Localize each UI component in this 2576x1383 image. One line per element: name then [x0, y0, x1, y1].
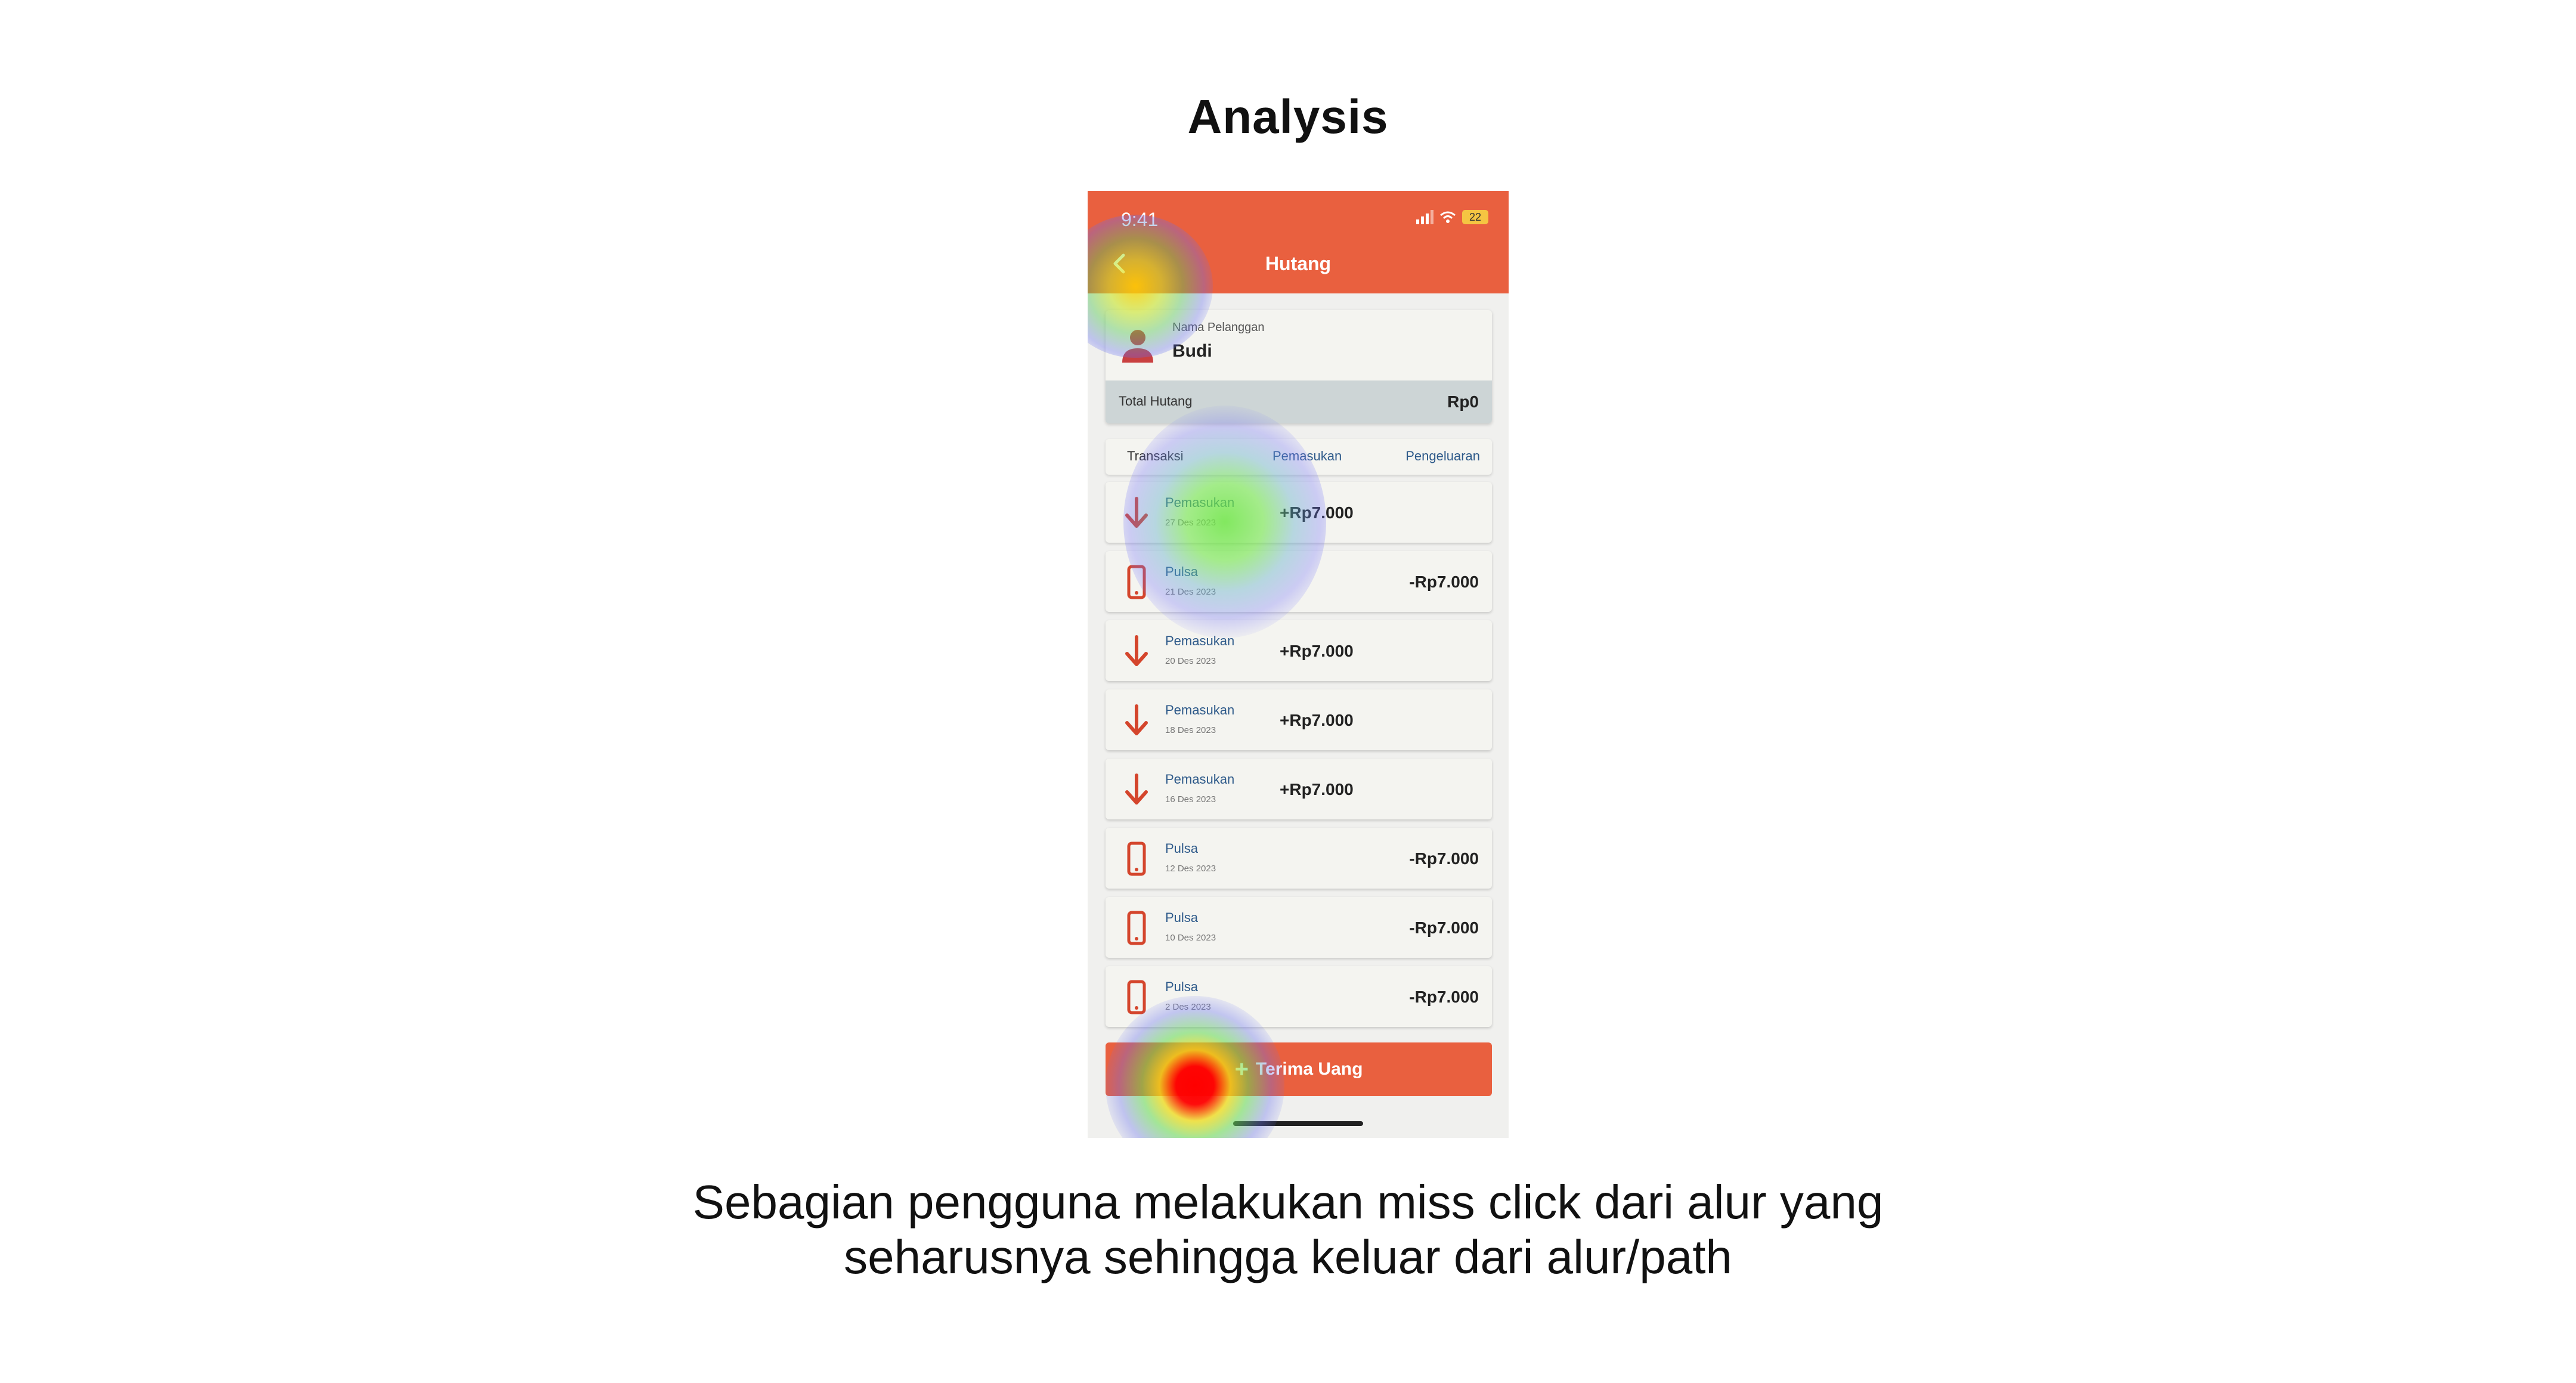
transaction-row[interactable]: Pulsa 21 Des 2023 -Rp7.000 — [1106, 551, 1492, 612]
transaction-row[interactable]: Pulsa 12 Des 2023 -Rp7.000 — [1106, 828, 1492, 889]
transaction-date: 18 Des 2023 — [1165, 725, 1216, 735]
arrow-down-icon — [1120, 633, 1153, 669]
transaction-row[interactable]: Pemasukan 16 Des 2023 +Rp7.000 — [1106, 759, 1492, 819]
transaction-amount: +Rp7.000 — [1280, 780, 1354, 799]
slide-caption: Sebagian pengguna melakukan miss click d… — [0, 1175, 2576, 1285]
phone-icon — [1120, 979, 1153, 1015]
column-pemasukan: Pemasukan — [1272, 448, 1342, 463]
transaction-list: Pemasukan 27 Des 2023 +Rp7.000 Pulsa 21 Des … — [1106, 482, 1492, 1035]
transaction-row[interactable]: Pemasukan 20 Des 2023 +Rp7.000 — [1106, 620, 1492, 681]
arrow-down-icon — [1120, 495, 1153, 531]
transaction-amount: -Rp7.000 — [1409, 918, 1479, 937]
transaction-title: Pemasukan — [1165, 703, 1235, 717]
phone-icon — [1120, 910, 1153, 946]
transaction-date: 20 Des 2023 — [1165, 656, 1216, 666]
transaction-amount: -Rp7.000 — [1409, 988, 1479, 1006]
transaction-title: Pulsa — [1165, 564, 1199, 579]
home-indicator — [1233, 1121, 1363, 1126]
transaction-row[interactable]: Pulsa 2 Des 2023 -Rp7.000 — [1106, 966, 1492, 1027]
arrow-down-icon — [1120, 703, 1153, 738]
transaction-date: 16 Des 2023 — [1165, 794, 1216, 805]
phone-icon — [1120, 841, 1153, 877]
transaction-title: Pemasukan — [1165, 772, 1235, 787]
status-time: 9:41 — [1121, 209, 1159, 230]
caption-line-1: Sebagian pengguna melakukan miss click d… — [692, 1175, 1884, 1229]
transaction-row[interactable]: Pulsa 10 Des 2023 -Rp7.000 — [1106, 897, 1492, 958]
signal-icon — [1416, 210, 1433, 224]
receive-money-button[interactable]: + Terima Uang — [1106, 1042, 1492, 1096]
page-title: Hutang — [1265, 253, 1332, 274]
transaction-title: Pulsa — [1165, 979, 1199, 994]
transaction-amount: -Rp7.000 — [1409, 849, 1479, 868]
phone-icon — [1120, 564, 1153, 600]
status-icons: 22 — [1416, 210, 1488, 224]
transaction-amount: +Rp7.000 — [1280, 503, 1354, 522]
receive-money-label: Terima Uang — [1255, 1059, 1363, 1079]
slide-title: Analysis — [1187, 90, 1389, 143]
wifi-icon — [1440, 211, 1456, 223]
transaction-title: Pemasukan — [1165, 495, 1235, 510]
transaction-table-header: Transaksi Pemasukan Pengeluaran — [1106, 439, 1492, 475]
total-debt-bar: Total Hutang Rp0 — [1106, 380, 1492, 423]
total-debt-label: Total Hutang — [1119, 394, 1193, 409]
column-transaksi: Transaksi — [1127, 448, 1184, 463]
total-debt-value: Rp0 — [1447, 392, 1479, 411]
transaction-title: Pulsa — [1165, 841, 1199, 856]
transaction-amount: +Rp7.000 — [1280, 642, 1354, 660]
user-icon — [1122, 330, 1153, 363]
transaction-date: 27 Des 2023 — [1165, 518, 1216, 528]
transaction-title: Pulsa — [1165, 910, 1199, 925]
caption-line-2: seharusnya sehingga keluar dari alur/pat… — [844, 1230, 1732, 1283]
transaction-amount: +Rp7.000 — [1280, 711, 1354, 729]
transaction-date: 10 Des 2023 — [1165, 933, 1216, 943]
transaction-amount: -Rp7.000 — [1409, 573, 1479, 591]
battery-icon: 22 — [1462, 210, 1488, 224]
transaction-row[interactable]: Pemasukan 27 Des 2023 +Rp7.000 — [1106, 482, 1492, 543]
transaction-row[interactable]: Pemasukan 18 Des 2023 +Rp7.000 — [1106, 689, 1492, 750]
transaction-date: 12 Des 2023 — [1165, 864, 1216, 874]
customer-name: Budi — [1172, 341, 1212, 361]
app-bar: 9:41 22 Hutang — [1088, 191, 1509, 293]
arrow-down-icon — [1120, 772, 1153, 807]
customer-card: Nama Pelanggan Budi Total Hutang Rp0 — [1106, 310, 1492, 423]
phone-screenshot: 9:41 22 Hutang Nama Pelanggan Budi Total… — [1088, 191, 1509, 1138]
transaction-date: 21 Des 2023 — [1165, 587, 1216, 597]
column-pengeluaran: Pengeluaran — [1405, 448, 1480, 463]
customer-name-label: Nama Pelanggan — [1172, 321, 1265, 334]
plus-icon: + — [1234, 1056, 1249, 1082]
transaction-date: 2 Des 2023 — [1165, 1002, 1211, 1012]
transaction-title: Pemasukan — [1165, 633, 1235, 648]
